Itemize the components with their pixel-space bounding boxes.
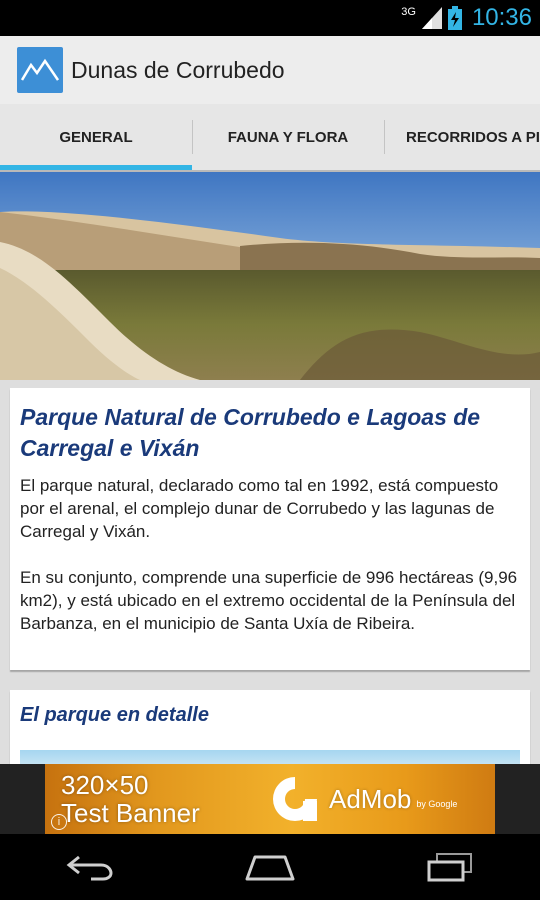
action-bar: Dunas de Corrubedo (0, 36, 540, 104)
tab-label: GENERAL (59, 128, 133, 146)
home-icon (245, 855, 295, 881)
ad-by: by Google (416, 799, 458, 809)
app-title: Dunas de Corrubedo (71, 56, 285, 83)
status-bar: 3G 10:36 (0, 0, 540, 36)
park-description: El parque natural, declarado como tal en… (20, 476, 499, 541)
park-detail-image (20, 750, 520, 764)
tab-recorridos[interactable]: RECORRIDOS A PI (384, 104, 540, 170)
ad-banner[interactable]: 320×50 Test Banner AdMob by Google i (45, 764, 495, 834)
navigation-bar (0, 834, 540, 900)
app-icon[interactable] (17, 47, 63, 93)
battery-icon (447, 6, 462, 30)
tab-bar: GENERAL FAUNA Y FLORA RECORRIDOS A PI (0, 104, 540, 172)
back-button[interactable] (55, 842, 125, 892)
park-detail-title: El parque en detalle (20, 704, 209, 726)
ad-size-label: 320×50 (61, 770, 149, 800)
park-detail-card[interactable]: El parque en detalle (10, 690, 530, 764)
ad-text: 320×50 Test Banner (45, 771, 255, 827)
network-type: 3G (401, 6, 416, 18)
home-button[interactable] (235, 842, 305, 892)
ad-test-label: Test Banner (61, 798, 200, 828)
clock: 10:36 (471, 4, 532, 31)
admob-logo-icon (273, 777, 317, 821)
park-info-card: Parque Natural de Corrubedo e Lagoas de … (10, 388, 530, 670)
mountain-icon (21, 58, 59, 81)
ad-info-icon[interactable]: i (51, 814, 67, 830)
hero-image (0, 172, 540, 380)
park-location: En su conjunto, comprende una superficie… (20, 568, 518, 633)
tab-label: RECORRIDOS A PI (406, 128, 540, 146)
recent-apps-button[interactable] (415, 842, 485, 892)
recent-apps-icon (427, 853, 472, 882)
tab-label: FAUNA Y FLORA (227, 128, 349, 146)
park-title: Parque Natural de Corrubedo e Lagoas de … (20, 404, 481, 461)
ad-container: 320×50 Test Banner AdMob by Google i (0, 764, 540, 834)
ad-brand: AdMob (329, 783, 412, 814)
signal-icon (421, 7, 442, 29)
tab-general[interactable]: GENERAL (0, 104, 192, 170)
back-icon (66, 855, 113, 881)
tab-fauna-y-flora[interactable]: FAUNA Y FLORA (192, 104, 384, 170)
content-scroll[interactable]: Parque Natural de Corrubedo e Lagoas de … (0, 172, 540, 764)
